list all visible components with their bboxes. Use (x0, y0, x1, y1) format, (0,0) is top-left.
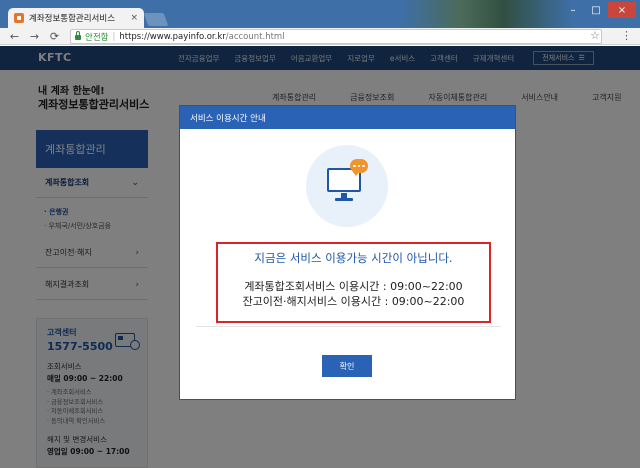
url-path: /account.html (225, 31, 285, 42)
maximize-button[interactable]: □ (585, 2, 607, 18)
lock-icon (75, 31, 81, 40)
transfer-close-hours: 잔고이전·해지서비스 이용시간 : 09:00~22:00 (242, 295, 465, 308)
tab-close-icon[interactable]: × (130, 13, 138, 23)
url-host: https://www.payinfo.or.kr (119, 31, 226, 42)
forward-arrow-icon[interactable]: → (28, 30, 41, 43)
new-tab-button[interactable] (143, 13, 169, 26)
service-hours-modal: 서비스 이용시간 안내 지금은 서비스 이용가능 시간이 아닙니다. 계좌통합조… (179, 105, 516, 400)
titlebar-background (402, 0, 572, 28)
browser-toolbar: ← → ⟳ 안전함 | https://www.payinfo.or.kr/ac… (0, 28, 640, 45)
confirm-button[interactable]: 확인 (322, 355, 372, 377)
account-lookup-hours: 계좌통합조회서비스 이용시간 : 09:00~22:00 (244, 280, 463, 293)
site-favicon-icon (14, 13, 24, 23)
browser-titlebar: 계좌정보통합관리서비스 × – □ × (0, 0, 640, 28)
reload-icon[interactable]: ⟳ (48, 30, 61, 43)
bookmark-star-icon[interactable]: ☆ (590, 29, 600, 42)
tab-title: 계좌정보통합관리서비스 (29, 14, 116, 24)
close-window-button[interactable]: × (608, 2, 636, 18)
address-bar[interactable]: 안전함 | https://www.payinfo.or.kr/account.… (70, 29, 602, 44)
unavailable-message: 지금은 서비스 이용가능 시간이 아닙니다. (254, 251, 453, 265)
back-arrow-icon[interactable]: ← (8, 30, 21, 43)
modal-body: 지금은 서비스 이용가능 시간이 아닙니다. 계좌통합조회서비스 이용시간 : … (180, 129, 515, 399)
url-text: https://www.payinfo.or.kr/account.html (119, 32, 284, 42)
modal-divider (196, 326, 501, 327)
address-separator: | (112, 31, 116, 42)
notice-box: 지금은 서비스 이용가능 시간이 아닙니다. 계좌통합조회서비스 이용시간 : … (216, 242, 491, 323)
minimize-button[interactable]: – (562, 2, 584, 18)
browser-tab[interactable]: 계좌정보통합관리서비스 × (8, 8, 144, 28)
monitor-chat-illustration-icon (306, 145, 388, 227)
chat-bubble-icon (350, 159, 368, 176)
browser-menu-icon[interactable]: ⋮ (621, 29, 632, 42)
modal-title: 서비스 이용시간 안내 (180, 106, 515, 129)
window-controls: – □ × (562, 2, 636, 18)
monitor-base (335, 198, 353, 201)
secure-label: 안전함 (85, 32, 109, 43)
